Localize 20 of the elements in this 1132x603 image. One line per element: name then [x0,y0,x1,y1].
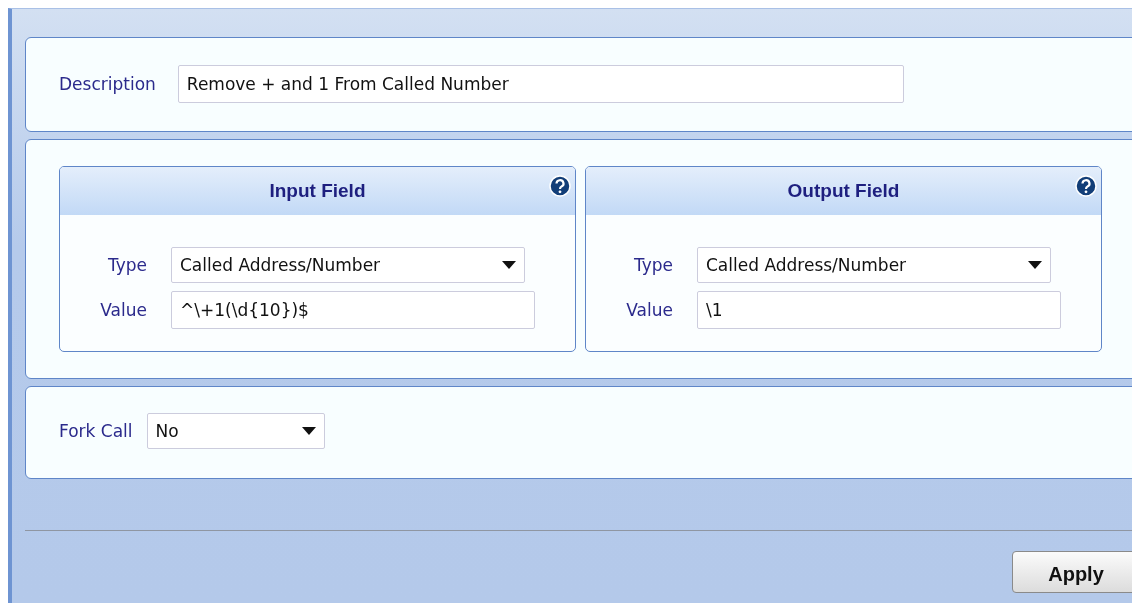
caret-icon [301,426,316,435]
group-title: Output Field [787,180,900,202]
type-dropdown[interactable]: Called Address/Number [697,247,1051,283]
help-icon[interactable] [1075,175,1097,197]
fork-call-label: Fork Call [59,420,133,441]
value-field[interactable]: \1 [697,291,1061,329]
type-label: Type [633,255,673,275]
type-dropdown[interactable]: Called Address/Number [171,247,525,283]
caret-icon [1028,261,1042,269]
value-field[interactable]: ^\+1(\d{10})$ [171,291,535,329]
help-icon[interactable] [549,175,571,197]
value-label: Value [100,300,147,320]
caret-icon [502,261,516,269]
value-label: Value [626,300,673,320]
description-field[interactable]: Remove + and 1 From Called Number [177,64,904,103]
apply-button[interactable]: Apply [1012,551,1132,593]
fork-call-dropdown[interactable]: No [146,412,325,449]
type-label: Type [107,255,147,275]
group-title: Input Field [269,180,366,202]
description-label: Description [59,73,156,94]
